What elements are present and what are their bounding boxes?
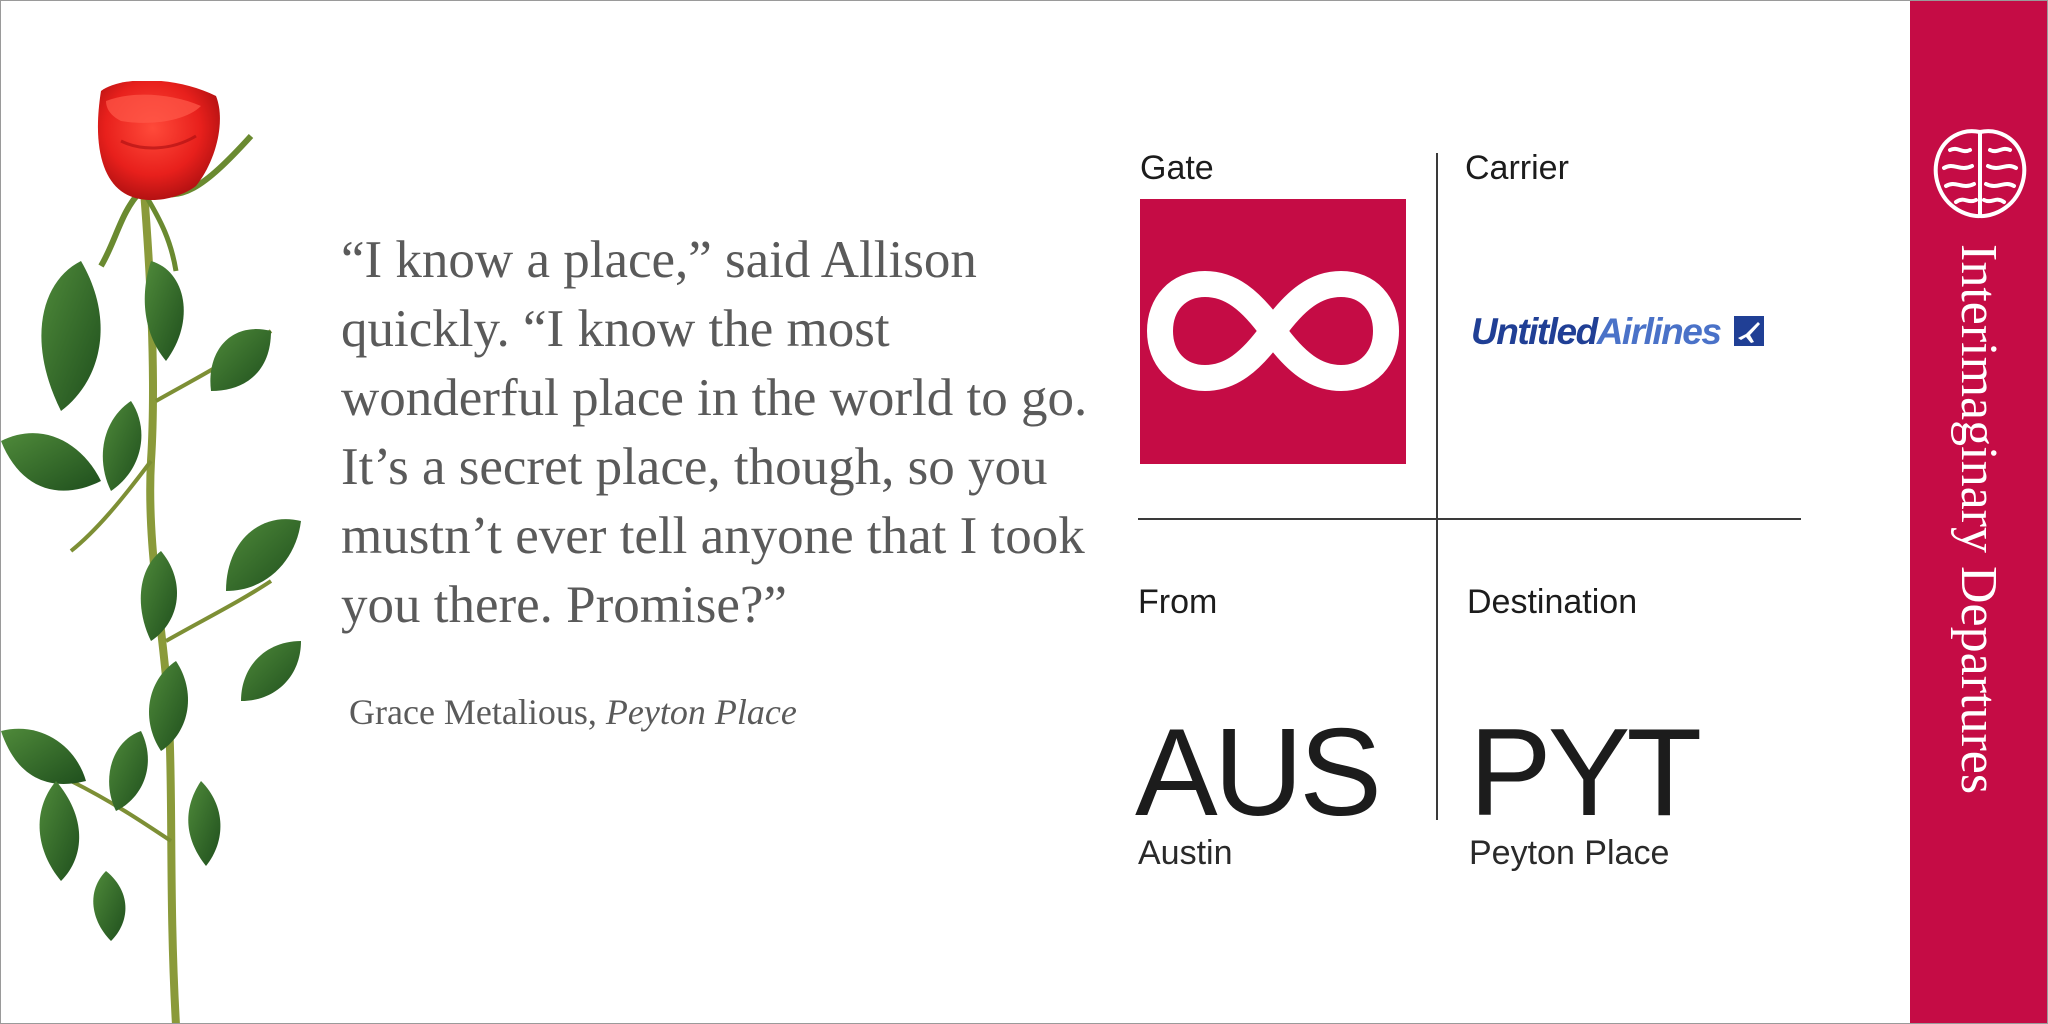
from-label: From — [1138, 583, 1218, 621]
carrier-logo: UntitledAirlines — [1471, 311, 1765, 353]
carrier-name-part1: Untitled — [1471, 311, 1598, 352]
from-code: AUS — [1135, 704, 1382, 842]
quote-attribution: Grace Metalious, Peyton Place — [349, 691, 797, 733]
brand-title: Interimaginary Departures — [1950, 244, 2007, 795]
destination-code: PYT — [1469, 704, 1702, 842]
grid-divider-vertical-bottom — [1436, 518, 1438, 820]
destination-label: Destination — [1467, 583, 1638, 621]
ticket-card: “I know a place,” said Allison quickly. … — [0, 0, 2048, 1024]
brand-sidebar: Interimaginary Departures — [1910, 1, 2047, 1023]
grid-divider-horizontal — [1138, 518, 1801, 520]
gate-label: Gate — [1140, 149, 1214, 187]
from-city: Austin — [1138, 834, 1233, 872]
airplane-icon — [1734, 316, 1765, 347]
quote-author: Grace Metalious, — [349, 692, 597, 732]
carrier-label: Carrier — [1465, 149, 1569, 187]
gate-badge — [1140, 199, 1406, 464]
quote-text: “I know a place,” said Allison quickly. … — [341, 231, 1088, 634]
rose-illustration — [1, 81, 301, 1023]
destination-city: Peyton Place — [1469, 834, 1670, 872]
quote-work: Peyton Place — [605, 692, 797, 732]
infinity-icon — [1146, 270, 1400, 392]
grid-divider-vertical-top — [1436, 153, 1438, 519]
carrier-name-part2: Airlines — [1596, 311, 1722, 352]
brain-icon — [1933, 129, 2027, 219]
